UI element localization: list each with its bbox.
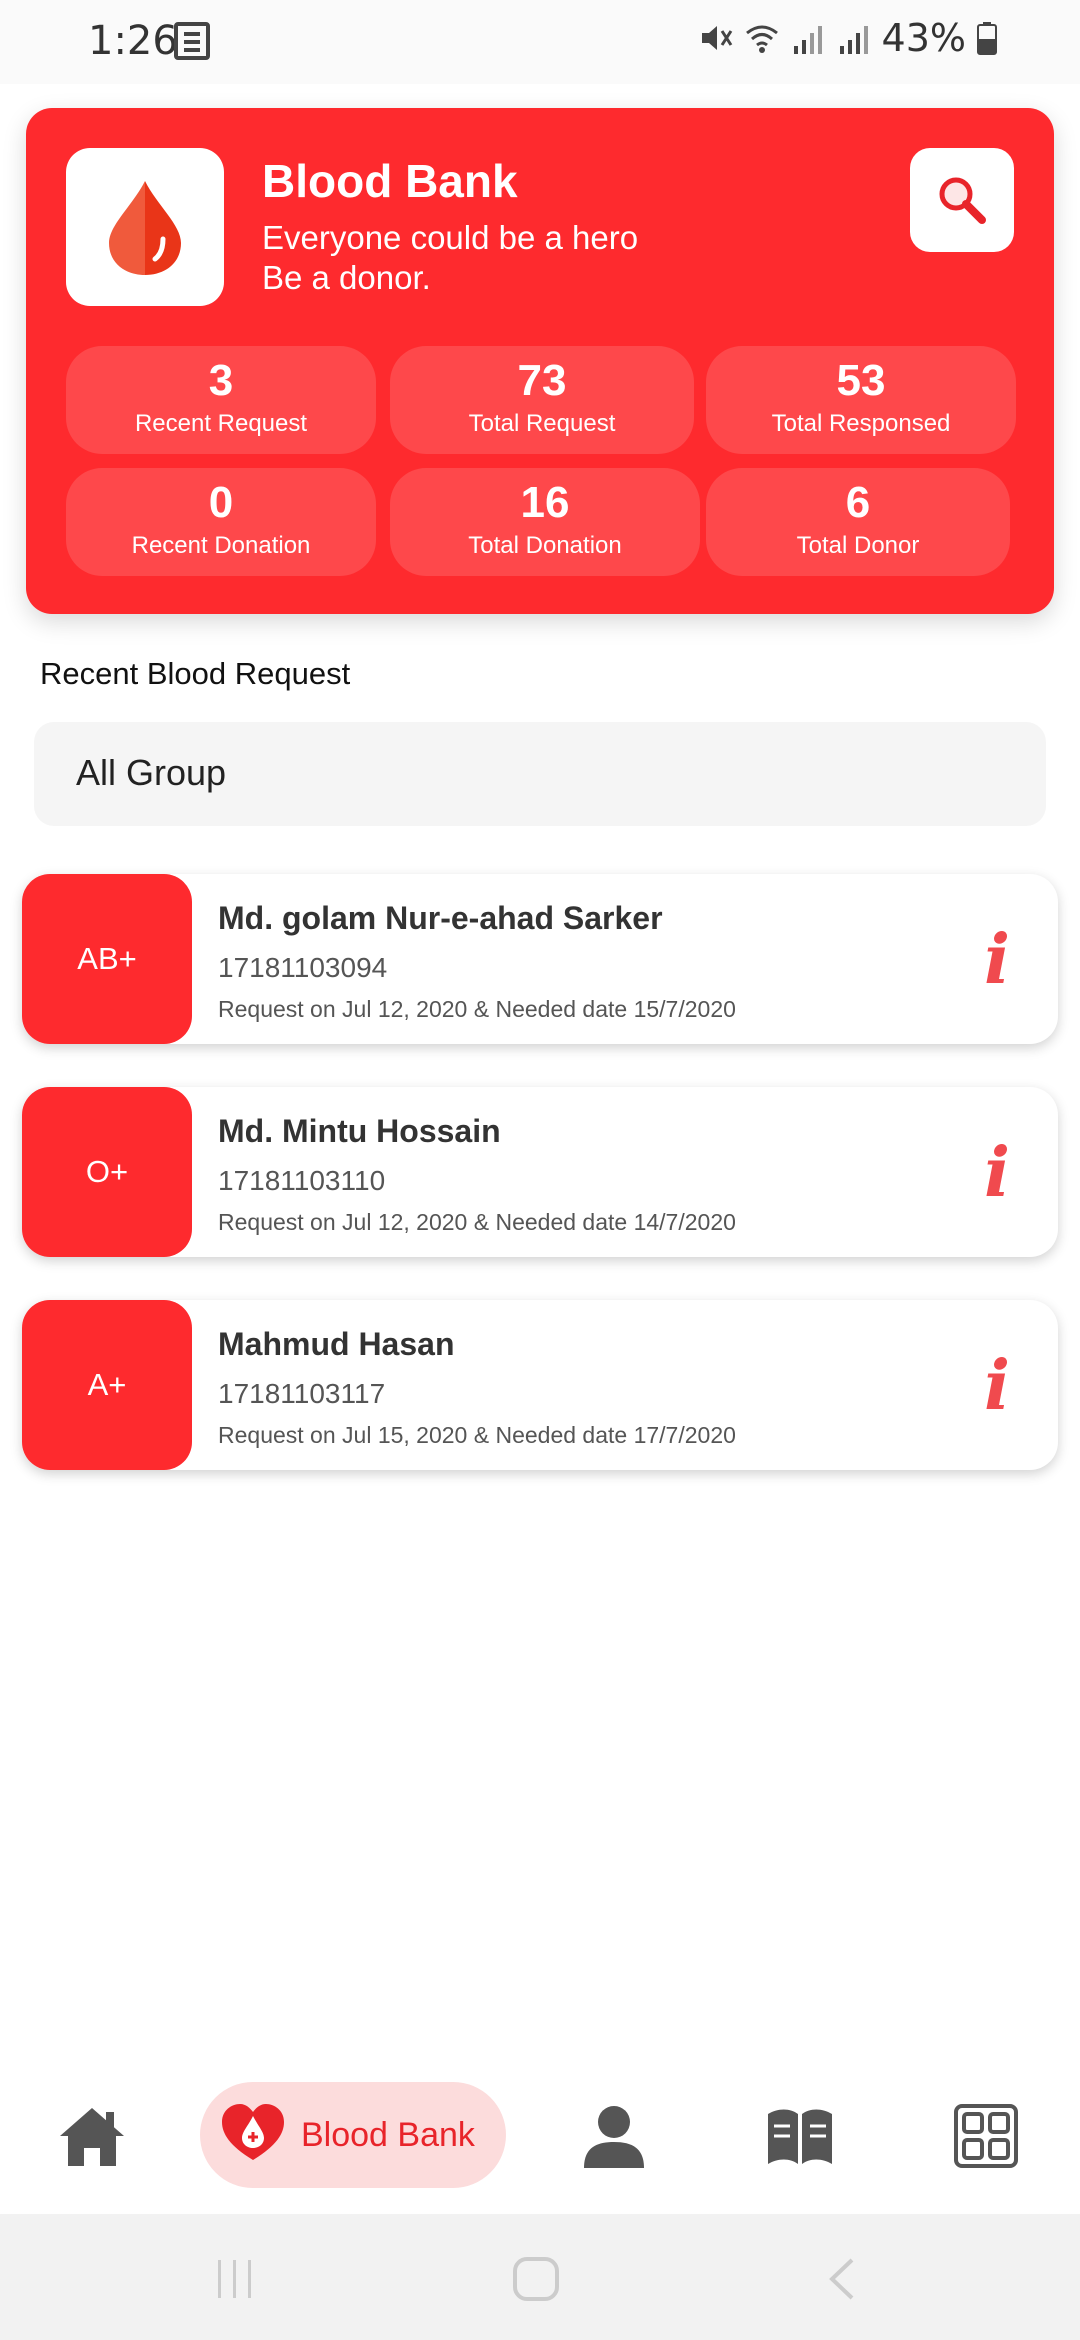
stat-value: 73 <box>517 356 567 405</box>
request-card[interactable]: O+ Md. Mintu Hossain 17181103110 Request… <box>22 1087 1058 1257</box>
group-filter-dropdown[interactable]: All Group <box>34 722 1046 826</box>
requester-phone: 17181103094 <box>218 952 388 983</box>
nav-books[interactable] <box>766 2102 834 2170</box>
request-meta: Request on Jul 12, 2020 & Needed date 14… <box>218 1209 736 1235</box>
home-button-icon[interactable] <box>512 2256 560 2302</box>
app-logo <box>66 148 224 306</box>
stat-value: 6 <box>845 478 871 527</box>
system-nav-bar <box>0 2214 1080 2340</box>
back-icon[interactable] <box>826 2256 856 2302</box>
header-title: Blood Bank <box>262 155 518 207</box>
search-icon <box>939 177 986 224</box>
requester-name: Md. Mintu Hossain <box>218 1113 501 1149</box>
tagline-line-2: Be a donor. <box>262 259 431 296</box>
stat-label: Total Donation <box>468 532 622 559</box>
profile-icon <box>584 2106 644 2168</box>
grid-icon <box>954 2104 1018 2168</box>
section-title: Recent Blood Request <box>40 656 351 691</box>
status-bar: 1:26 43% <box>0 0 1080 84</box>
battery-percent: 43% <box>881 16 966 60</box>
info-icon[interactable]: i <box>984 1352 1010 1420</box>
recent-apps-icon[interactable] <box>212 2256 258 2302</box>
home-icon <box>60 2108 124 2166</box>
request-meta: Request on Jul 15, 2020 & Needed date 17… <box>218 1422 736 1448</box>
info-icon[interactable]: i <box>984 926 1010 994</box>
stat-label: Recent Donation <box>131 532 311 559</box>
nav-more[interactable] <box>952 2102 1020 2170</box>
wifi-icon <box>745 25 778 53</box>
requester-name: Mahmud Hasan <box>218 1326 455 1362</box>
book-icon <box>768 2109 832 2164</box>
blood-drop-icon <box>109 181 181 275</box>
stat-label: Total Responsed <box>771 410 951 437</box>
stat-total-donor: 6 Total Donor <box>706 468 1010 576</box>
stat-recent-request: 3 Recent Request <box>66 346 376 454</box>
stat-total-request: 73 Total Request <box>390 346 694 454</box>
nav-active-label: Blood Bank <box>301 2116 475 2154</box>
stat-recent-donation: 0 Recent Donation <box>66 468 376 576</box>
stat-label: Total Request <box>468 410 616 437</box>
request-meta: Request on Jul 12, 2020 & Needed date 15… <box>218 996 736 1022</box>
request-card[interactable]: A+ Mahmud Hasan 17181103117 Request on J… <box>22 1300 1058 1470</box>
stat-value: 3 <box>208 356 234 405</box>
stat-total-responsed: 53 Total Responsed <box>706 346 1016 454</box>
blood-group-badge: O+ <box>22 1087 192 1257</box>
requester-phone: 17181103110 <box>218 1165 386 1196</box>
stat-value: 53 <box>836 356 886 405</box>
battery-icon <box>977 22 997 55</box>
requester-phone: 17181103117 <box>218 1378 386 1409</box>
bottom-nav: Blood Bank <box>0 2054 1080 2214</box>
blood-bank-icon <box>222 2104 284 2160</box>
header-card: Blood Bank Everyone could be a hero Be a… <box>26 108 1054 614</box>
info-icon[interactable]: i <box>984 1139 1010 1207</box>
signal-icon <box>793 26 822 54</box>
stat-label: Total Donor <box>796 532 920 559</box>
nav-home[interactable] <box>58 2102 126 2170</box>
header-tagline: Everyone could be a hero Be a donor. <box>262 218 638 298</box>
signal-icon-2 <box>839 26 868 54</box>
requester-name: Md. golam Nur-e-ahad Sarker <box>218 900 663 936</box>
nav-profile[interactable] <box>580 2102 648 2170</box>
stat-total-donation: 16 Total Donation <box>390 468 700 576</box>
tagline-line-1: Everyone could be a hero <box>262 219 639 256</box>
nav-blood-bank[interactable]: Blood Bank <box>200 2082 506 2188</box>
stat-value: 0 <box>208 478 234 527</box>
status-time: 1:26 <box>88 18 178 64</box>
mute-icon <box>701 26 732 50</box>
news-icon <box>174 22 210 60</box>
blood-group-badge: AB+ <box>22 874 192 1044</box>
stat-value: 16 <box>520 478 570 527</box>
request-card[interactable]: AB+ Md. golam Nur-e-ahad Sarker 17181103… <box>22 874 1058 1044</box>
search-button[interactable] <box>910 148 1014 252</box>
stat-label: Recent Request <box>134 410 308 437</box>
blood-group-badge: A+ <box>22 1300 192 1470</box>
status-right: 43% <box>698 16 998 60</box>
group-filter-value: All Group <box>76 752 227 793</box>
